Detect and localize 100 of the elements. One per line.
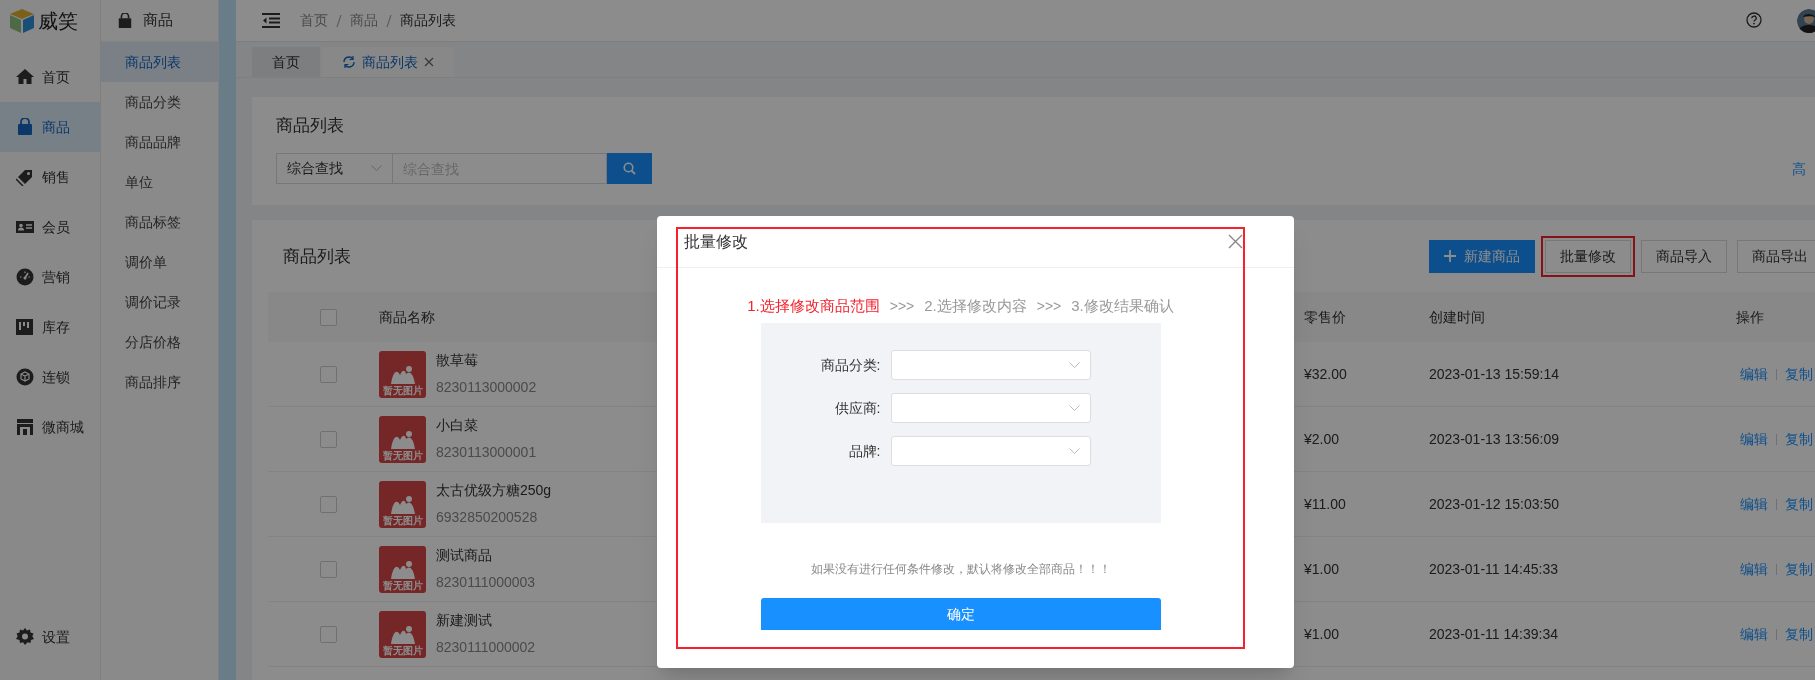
step-separator: >>>: [1036, 297, 1062, 316]
chevron-down-icon: [371, 165, 382, 172]
checkbox[interactable]: [320, 495, 337, 513]
nav-item[interactable]: 微商城: [0, 402, 100, 452]
filter-select[interactable]: 综合查找: [276, 153, 393, 184]
price-cell: ¥11.00: [1304, 495, 1346, 512]
thumbnail-caption: 暂无图片: [382, 514, 423, 527]
price-cell: ¥1.00: [1304, 625, 1340, 642]
action-link[interactable]: 复制: [1785, 363, 1813, 385]
action-link[interactable]: 编辑: [1740, 493, 1768, 515]
logo-text: 威笑: [38, 9, 78, 34]
date-cell: 2023-01-11 14:45:33: [1429, 560, 1558, 577]
logo-icon: [8, 7, 36, 35]
step-separator: >>>: [889, 297, 915, 316]
action-link[interactable]: 复制: [1785, 428, 1813, 450]
product-name: 新建测试: [436, 611, 493, 630]
product-name: 太古优级方糖250g: [436, 481, 552, 500]
action-link[interactable]: 复制: [1785, 558, 1813, 580]
action-link[interactable]: 编辑: [1740, 623, 1768, 645]
action-link[interactable]: 编辑: [1740, 558, 1768, 580]
image-placeholder-icon: [388, 429, 417, 450]
avatar[interactable]: [1797, 9, 1815, 33]
board-icon: [16, 318, 34, 336]
sidebar-title: 商品: [143, 10, 173, 31]
nav-item[interactable]: 营销: [0, 252, 100, 302]
column-header: 商品名称: [379, 308, 435, 325]
confirm-button[interactable]: 确定: [760, 598, 1161, 630]
product-code: 8230113000001: [436, 443, 537, 462]
date-cell: 2023-01-11 14:39:34: [1429, 625, 1558, 642]
column-header: 创建时间: [1429, 308, 1485, 325]
checkbox[interactable]: [320, 308, 337, 326]
action-link[interactable]: 复制: [1785, 623, 1813, 645]
nav-item[interactable]: 销售: [0, 152, 100, 202]
action-link[interactable]: 复制: [1785, 493, 1813, 515]
note-text: 如果没有进行任何条件修改，默认将修改全部商品！！！: [809, 561, 1112, 578]
sidebar-item[interactable]: 调价单: [101, 242, 218, 282]
panel-title: 商品列表: [276, 115, 345, 137]
date-cell: 2023-01-12 15:03:50: [1429, 495, 1559, 512]
select-field[interactable]: [890, 393, 1091, 423]
thumbnail-caption: 暂无图片: [382, 644, 423, 657]
checkbox[interactable]: [320, 625, 337, 643]
sidebar-item[interactable]: 单位: [101, 162, 218, 202]
advanced-search-link[interactable]: 高: [1792, 159, 1806, 180]
field-label: 品牌:: [848, 443, 881, 459]
tab[interactable]: 首页: [252, 47, 320, 77]
nav-item[interactable]: 商品: [0, 102, 100, 152]
chevron-down-icon: [1068, 404, 1080, 412]
image-placeholder-icon: [388, 494, 417, 515]
breadcrumb-link[interactable]: 首页: [300, 10, 328, 31]
checkbox[interactable]: [320, 430, 337, 448]
checkbox[interactable]: [320, 560, 337, 578]
help-icon[interactable]: [1746, 12, 1762, 28]
image-placeholder-icon: [388, 559, 417, 580]
tab[interactable]: 商品列表: [322, 47, 454, 77]
id-card-icon: [16, 218, 34, 236]
column-header: 零售价: [1304, 308, 1346, 325]
tag-icon: [16, 168, 34, 186]
select-field[interactable]: [890, 350, 1091, 380]
toolbar-button[interactable]: 新建商品: [1429, 239, 1535, 273]
product-code: 8230111000003: [436, 573, 536, 592]
nav-item[interactable]: 会员: [0, 202, 100, 252]
product-name: 小白菜: [436, 416, 479, 435]
gauge-icon: [16, 268, 34, 286]
toolbar-button[interactable]: 商品导出: [1737, 239, 1815, 273]
action-link[interactable]: 编辑: [1740, 363, 1768, 385]
search-button[interactable]: [607, 153, 652, 184]
nav-item[interactable]: 库存: [0, 302, 100, 352]
date-cell: 2023-01-13 13:56:09: [1429, 430, 1559, 447]
action-link[interactable]: 编辑: [1740, 428, 1768, 450]
toolbar-button[interactable]: 商品导入: [1641, 239, 1727, 273]
field-label: 供应商:: [834, 400, 881, 416]
home-icon: [16, 68, 34, 86]
sidebar-item[interactable]: 分店价格: [101, 322, 218, 362]
sidebar-item[interactable]: 商品排序: [101, 362, 218, 402]
sidebar-item[interactable]: 商品列表: [101, 42, 218, 82]
product-code: 8230111000002: [436, 638, 536, 657]
breadcrumb-current: 商品列表: [400, 11, 456, 30]
column-header: 操作: [1736, 308, 1764, 325]
chevron-down-icon: [1068, 447, 1080, 455]
image-placeholder-icon: [388, 624, 417, 645]
toolbar-button[interactable]: 批量修改: [1545, 239, 1631, 273]
menu-fold-icon[interactable]: [262, 13, 280, 28]
thumbnail-caption: 暂无图片: [382, 579, 423, 592]
search-icon: [623, 162, 636, 175]
nav-item[interactable]: 首页: [0, 52, 100, 102]
panel-title: 商品列表: [282, 246, 351, 269]
nav-item[interactable]: 连锁: [0, 352, 100, 402]
slash-icon: [386, 13, 392, 28]
sidebar-item[interactable]: 商品品牌: [101, 122, 218, 162]
date-cell: 2023-01-13 15:59:14: [1429, 365, 1559, 382]
close-icon[interactable]: [1228, 234, 1243, 249]
checkbox[interactable]: [320, 365, 337, 383]
select-field[interactable]: [890, 436, 1091, 466]
nav-item[interactable]: 设置: [0, 612, 100, 662]
sidebar-item[interactable]: 调价记录: [101, 282, 218, 322]
sidebar-item[interactable]: 商品分类: [101, 82, 218, 122]
close-icon[interactable]: [424, 57, 434, 67]
breadcrumb-link[interactable]: 商品: [350, 10, 378, 31]
sidebar-item[interactable]: 商品标签: [101, 202, 218, 242]
product-code: 8230113000002: [436, 378, 537, 397]
